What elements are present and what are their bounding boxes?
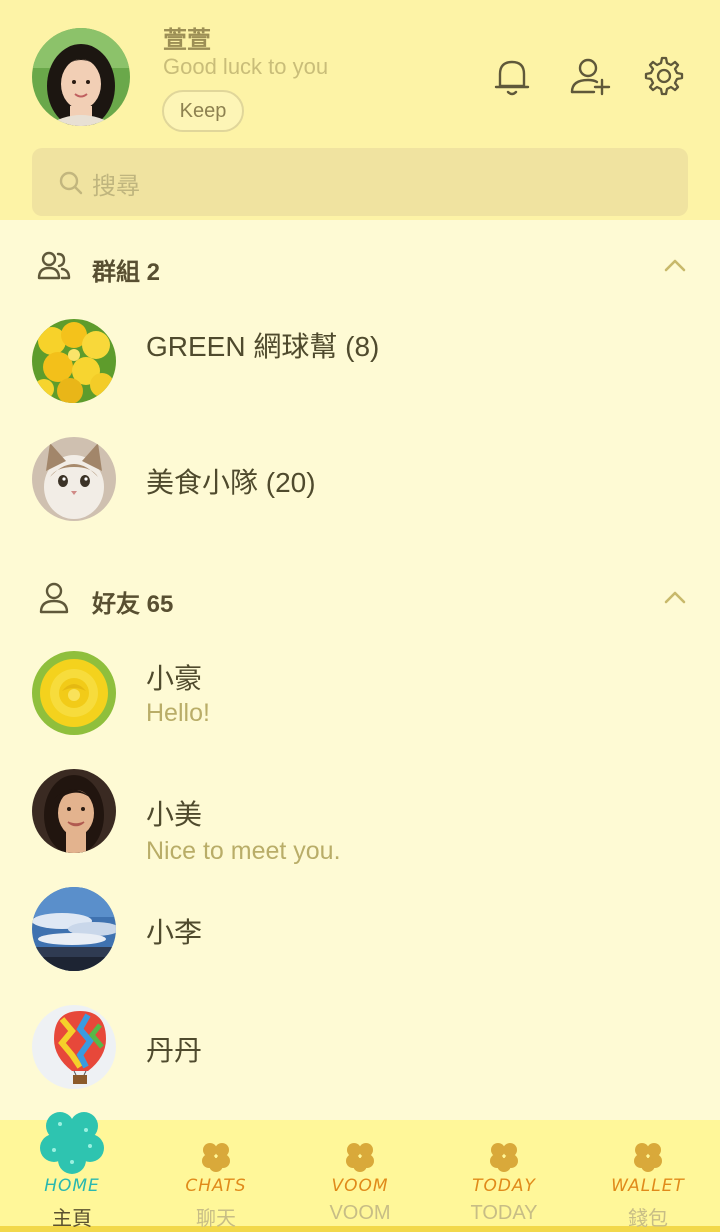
clover-icon xyxy=(490,1143,518,1172)
clover-icon xyxy=(634,1143,662,1172)
friend-status: Hello! xyxy=(146,699,210,727)
tab-today-label: TODAY xyxy=(470,1202,538,1224)
bell-icon[interactable] xyxy=(490,54,534,98)
tab-chats[interactable]: CHATS 聊天 xyxy=(144,1120,288,1232)
tab-chats-deco: CHATS xyxy=(185,1176,247,1196)
friend-avatar xyxy=(32,651,116,735)
friend-avatar xyxy=(32,1005,116,1089)
profile-status-message[interactable]: Good luck to you xyxy=(163,54,328,80)
group-name: GREEN 網球幫 (8) xyxy=(146,331,380,362)
friends-section-title: 好友 65 xyxy=(92,591,174,618)
tab-voom-deco: VOOM xyxy=(331,1176,389,1196)
friend-row[interactable]: 小美 Nice to meet you. xyxy=(0,769,720,869)
friend-avatar xyxy=(32,887,116,971)
person-icon xyxy=(39,582,69,614)
group-avatar xyxy=(32,319,116,403)
groups-section-header[interactable]: 群組 2 xyxy=(0,236,720,296)
chevron-up-icon[interactable] xyxy=(660,584,690,612)
friend-name: 小美 xyxy=(146,799,203,830)
friend-name: 小李 xyxy=(146,917,203,948)
clover-icon xyxy=(346,1143,374,1172)
search-placeholder: 搜尋 xyxy=(92,173,140,200)
tab-voom[interactable]: VOOM VOOM xyxy=(288,1120,432,1232)
gear-icon[interactable] xyxy=(642,54,686,98)
clover-icon xyxy=(202,1143,230,1172)
friend-row[interactable]: 小李 xyxy=(0,887,720,987)
tab-today-deco: TODAY xyxy=(472,1176,536,1196)
keep-button[interactable]: Keep xyxy=(162,90,244,132)
group-name: 美食小隊 (20) xyxy=(146,467,316,498)
friend-row[interactable]: 小豪 Hello! xyxy=(0,651,720,751)
my-avatar[interactable] xyxy=(32,28,130,126)
group-icon xyxy=(37,251,71,280)
tab-wallet-deco: WALLET xyxy=(611,1176,685,1196)
groups-section-title: 群組 2 xyxy=(92,259,161,286)
tab-today[interactable]: TODAY TODAY xyxy=(432,1120,576,1232)
group-row[interactable]: GREEN 網球幫 (8) xyxy=(0,319,720,419)
tab-wallet-label: 錢包 xyxy=(628,1208,668,1230)
tab-voom-label: VOOM xyxy=(329,1202,391,1224)
group-avatar xyxy=(32,437,116,521)
friend-row[interactable]: 丹丹 xyxy=(0,1005,720,1105)
search-icon xyxy=(59,171,83,195)
friend-avatar xyxy=(32,769,116,853)
profile-name[interactable]: 萱萱 xyxy=(163,20,211,55)
tab-wallet[interactable]: WALLET 錢包 xyxy=(576,1120,720,1232)
bottom-tab-bar: HOME 主頁 CHATS 聊天 VOOM VOOM TODAY TODAY W… xyxy=(0,1112,720,1232)
friend-name: 小豪 xyxy=(146,663,203,694)
group-row[interactable]: 美食小隊 (20) xyxy=(0,437,720,537)
add-friend-icon[interactable] xyxy=(568,54,612,98)
tab-home-label: 主頁 xyxy=(52,1208,92,1230)
profile-header: 萱萱 Good luck to you Keep 搜尋 xyxy=(0,0,720,220)
friend-status: Nice to meet you. xyxy=(146,837,341,865)
chevron-up-icon[interactable] xyxy=(660,252,690,280)
friend-name: 丹丹 xyxy=(146,1035,203,1066)
clover-icon xyxy=(40,1112,104,1174)
tab-chats-label: 聊天 xyxy=(196,1208,236,1230)
tab-home[interactable]: HOME 主頁 xyxy=(0,1112,144,1232)
search-input[interactable]: 搜尋 xyxy=(32,148,688,216)
tab-home-deco: HOME xyxy=(44,1176,100,1196)
friends-section-header[interactable]: 好友 65 xyxy=(0,568,720,628)
